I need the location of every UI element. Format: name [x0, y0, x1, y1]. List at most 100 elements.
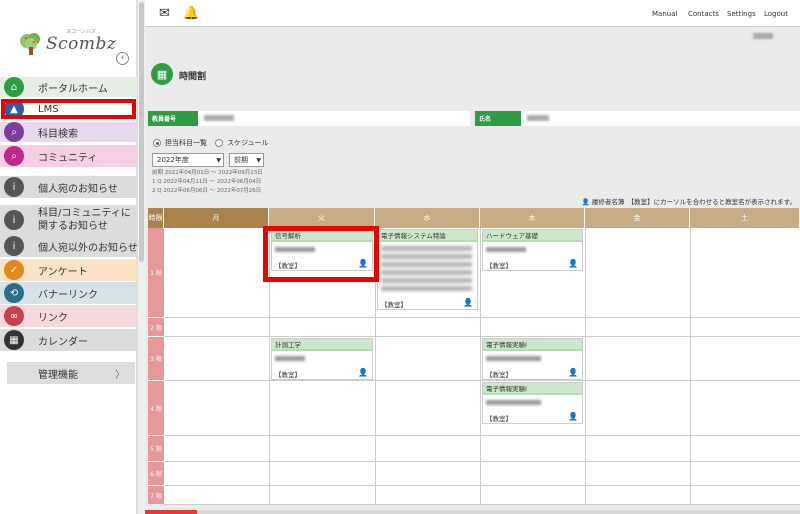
classroom-link[interactable]: 【教室】: [486, 260, 512, 270]
name-row: 氏名: [475, 111, 800, 126]
year-select-value: 2022年度: [157, 156, 189, 164]
sidebar-item-label: カレンダー: [38, 336, 88, 348]
sidebar-item-7[interactable]: ✓ アンケート: [0, 259, 137, 281]
term-select-value: 前期: [234, 156, 248, 164]
top-bar: ✉ 🔔 Manual Contacts Settings Logout: [145, 0, 800, 27]
period-line: 前期 2022年04月01日 ～ 2022年09月23日: [152, 170, 263, 176]
period-header: 6 限: [148, 462, 164, 486]
teacher-name-redacted: [486, 356, 541, 361]
sidebar-item-label: 個人宛のお知らせ: [38, 183, 118, 195]
link-icon: ∞: [4, 306, 24, 326]
tree-logo-icon: [20, 33, 40, 55]
day-header: 水: [375, 208, 480, 228]
manual-link[interactable]: Manual: [652, 10, 677, 18]
course-name[interactable]: ハードウェア基礎: [483, 230, 582, 242]
day-header: 土: [690, 208, 800, 228]
term-select[interactable]: 前期 ▼: [229, 153, 264, 167]
home-icon: ⌂: [4, 77, 24, 97]
sidebar-item-5[interactable]: i 科目/コミュニティに関するお知らせ: [0, 205, 137, 235]
sidebar-scrollbar[interactable]: [137, 0, 145, 514]
main-content: ▦ 時間割 教員番号 氏名 担当科目一覧 スケジュール 2022年度 ▼ 前期 ▼ …: [145, 27, 800, 514]
timetable-row: [164, 486, 800, 505]
search-icon: ⌕: [4, 146, 24, 166]
highlight-course: [263, 226, 379, 282]
search-icon: ⌕: [4, 122, 24, 142]
day-header: 木: [480, 208, 585, 228]
logout-link[interactable]: Logout: [764, 10, 788, 18]
bottom-strip: [145, 510, 800, 514]
user-name-redacted: [753, 33, 773, 39]
sidebar-item-2[interactable]: ⌕ 科目検索: [0, 122, 137, 142]
classroom-link[interactable]: 【教室】: [381, 299, 407, 309]
classroom-link[interactable]: 【教室】: [275, 369, 301, 379]
bell-icon[interactable]: 🔔: [183, 6, 199, 21]
day-header: 月: [164, 208, 269, 228]
timetable-row: [164, 318, 800, 337]
course-card[interactable]: 計測工学【教室】 👤: [271, 338, 373, 380]
chevron-right-icon: 〉: [115, 369, 125, 381]
teacher-names-redacted: [381, 254, 472, 259]
sidebar-item-label: 科目/コミュニティに関するお知らせ: [38, 208, 131, 232]
roster-person-icon[interactable]: 👤: [463, 298, 473, 307]
timetable-row: [164, 462, 800, 486]
sidebar-item-4[interactable]: i 個人宛のお知らせ: [0, 176, 137, 198]
period-line: 2 Q 2022年06月06日 ～ 2022年07月26日: [152, 188, 262, 194]
timetable: 時限月火水木金土 1 限2 限3 限4 限5 限6 限7 限信号解析 【教室】 👤 電子…: [148, 208, 800, 505]
course-name[interactable]: 電子情報実験Ⅰ: [483, 339, 582, 351]
sidebar-item-0[interactable]: ⌂ ポータルホーム: [0, 77, 137, 97]
teacher-name-redacted: [486, 247, 526, 252]
teacher-names-redacted: [381, 246, 472, 251]
dropdown-arrow-icon: ▼: [256, 156, 261, 164]
chat-icon[interactable]: ✉: [159, 6, 170, 21]
radio-schedule-label[interactable]: スケジュール: [227, 138, 269, 148]
calendar-icon: ▦: [4, 330, 24, 350]
course-name[interactable]: 計測工学: [272, 339, 372, 351]
course-name[interactable]: 電子情報実験Ⅰ: [483, 383, 582, 395]
course-card[interactable]: ハードウェア基礎 【教室】 👤: [482, 229, 583, 271]
sidebar-item-label: アンケート: [38, 266, 88, 278]
teacher-names-redacted: [381, 270, 472, 275]
sidebar-item-6[interactable]: i 個人宛以外のお知らせ: [0, 235, 138, 257]
course-name[interactable]: 電子情報システム特論: [378, 230, 477, 242]
period-line: 1 Q 2022年04月11日 ～ 2022年06月04日: [152, 179, 262, 185]
classroom-link[interactable]: 【教室】: [486, 369, 512, 379]
faculty-number-label: 教員番号: [148, 111, 198, 126]
sidebar-item-10[interactable]: ▦ カレンダー: [0, 329, 137, 351]
sidebar-item-label: 科目検索: [38, 128, 78, 140]
roster-person-icon[interactable]: 👤: [568, 259, 578, 268]
radio-schedule[interactable]: [215, 139, 223, 147]
radio-course-list[interactable]: [153, 139, 161, 147]
roster-person-icon[interactable]: 👤: [358, 368, 368, 377]
period-header: 4 限: [148, 381, 164, 436]
year-select[interactable]: 2022年度 ▼: [152, 153, 224, 167]
roster-person-icon[interactable]: 👤: [568, 368, 578, 377]
teacher-name-redacted: [486, 400, 541, 405]
sidebar-item-3[interactable]: ⌕ コミュニティ: [0, 145, 137, 167]
radio-course-list-label[interactable]: 担当科目一覧: [165, 138, 207, 148]
sidebar-item-9[interactable]: ∞ リンク: [0, 305, 137, 327]
period-header: 3 限: [148, 337, 164, 381]
classroom-link[interactable]: 【教室】: [486, 413, 512, 423]
column-divider: [585, 228, 586, 505]
roster-hint-text: 履修者名簿 【教室】にカーソルを合わせると教室名が表示されます。: [591, 198, 796, 206]
info-icon: i: [4, 177, 24, 197]
bottom-strip-accent: [145, 510, 197, 514]
collapse-sidebar-icon[interactable]: ‹: [116, 52, 129, 65]
day-header: 金: [585, 208, 690, 228]
contacts-link[interactable]: Contacts: [688, 10, 719, 18]
settings-link[interactable]: Settings: [727, 10, 756, 18]
scombz-logo[interactable]: スコーンバズ Scombz: [14, 28, 132, 72]
scrollbar-thumb[interactable]: [139, 2, 144, 262]
view-mode-radios: 担当科目一覧 スケジュール: [153, 138, 269, 148]
course-card[interactable]: 電子情報実験Ⅰ 【教室】 👤: [482, 382, 583, 424]
course-card[interactable]: 電子情報システム特論 【教室】 👤: [377, 229, 478, 310]
sidebar-item-8[interactable]: ⟲ バナーリンク: [0, 282, 137, 304]
day-header: 火: [269, 208, 375, 228]
teacher-names-redacted: [381, 278, 472, 283]
period-header: 1 限: [148, 228, 164, 318]
course-card[interactable]: 電子情報実験Ⅰ 【教室】 👤: [482, 338, 583, 380]
logo-text: Scombz: [46, 34, 117, 54]
roster-person-icon[interactable]: 👤: [568, 412, 578, 421]
timetable-row: [164, 436, 800, 462]
admin-menu-button[interactable]: 管理機能 〉: [7, 362, 135, 384]
